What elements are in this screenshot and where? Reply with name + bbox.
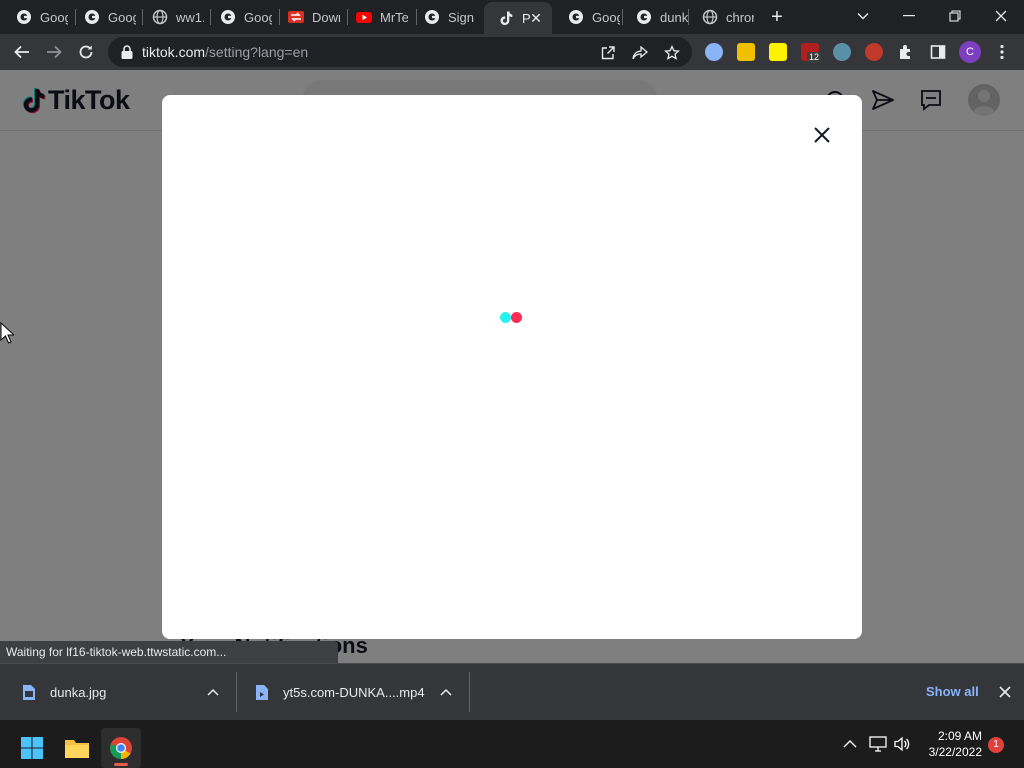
- download-divider: [236, 672, 237, 712]
- google-icon: [220, 9, 236, 25]
- status-bar: Waiting for lf16-tiktok-web.ttwstatic.co…: [0, 641, 338, 663]
- chrome-taskbar-icon[interactable]: [101, 728, 141, 768]
- windows-start-icon[interactable]: [12, 728, 52, 768]
- extensions-puzzle-icon[interactable]: [894, 40, 918, 64]
- browser-toolbar: tiktok.com/setting?lang=en 12 C: [0, 34, 1024, 70]
- notification-badge[interactable]: 1: [988, 737, 1004, 753]
- back-arrow-icon[interactable]: [10, 40, 34, 64]
- clock-date: 3/22/2022: [928, 745, 982, 759]
- tab-search-chevron-icon[interactable]: [840, 0, 886, 32]
- close-download-bar-icon[interactable]: [997, 684, 1013, 700]
- tiktok-page: TikTok Your Notifications: [0, 70, 1024, 663]
- youtube-icon: [356, 9, 372, 25]
- globe-icon: [152, 9, 168, 25]
- tab-title: dunk: [660, 9, 688, 25]
- download-divider: [469, 672, 470, 712]
- kebab-menu-icon[interactable]: [990, 40, 1014, 64]
- tab-2[interactable]: Goog: [70, 4, 140, 30]
- extension-badge: 12: [807, 52, 822, 63]
- tab-10[interactable]: dunk: [622, 4, 690, 30]
- tab-title: Goog: [592, 9, 620, 25]
- google-icon: [424, 9, 440, 25]
- modal-dialog: [162, 95, 862, 639]
- extension-mickey-icon[interactable]: [865, 43, 883, 61]
- url-text: tiktok.com/setting?lang=en: [142, 44, 308, 60]
- tab-title: Goog: [244, 9, 272, 25]
- system-clock[interactable]: 2:09 AM 3/22/2022: [916, 728, 982, 760]
- globe-icon: [702, 9, 718, 25]
- image-file-icon: [23, 684, 35, 700]
- share-icon[interactable]: [630, 43, 650, 63]
- tab-title: Goog: [40, 9, 68, 25]
- tab-title: ww1.: [176, 9, 204, 25]
- tab-9[interactable]: Goog: [554, 4, 624, 30]
- windows-taskbar: 2:09 AM 3/22/2022 1: [0, 720, 1024, 768]
- url-host: tiktok.com: [142, 44, 206, 60]
- loader-dot-pink: [511, 312, 522, 323]
- tab-title: Sign: [448, 9, 475, 25]
- screen: Goog Goog ww1. Goog Down MrTe: [0, 0, 1024, 768]
- extension-yellow-icon[interactable]: [737, 43, 755, 61]
- restore-icon[interactable]: [932, 0, 978, 32]
- file-explorer-icon[interactable]: [57, 728, 97, 768]
- tab-4[interactable]: Goog: [206, 4, 276, 30]
- extension-ublock-icon[interactable]: 12: [801, 43, 822, 63]
- loader-dot-cyan: [500, 312, 511, 323]
- tab-title: Goog: [108, 9, 136, 25]
- google-icon: [84, 9, 100, 25]
- bookmark-star-icon[interactable]: [662, 43, 682, 63]
- tab-title: chror: [726, 9, 754, 25]
- tab-5[interactable]: Down: [274, 4, 344, 30]
- download-item-1[interactable]: dunka.jpg: [22, 664, 106, 720]
- download-bar: dunka.jpg yt5s.com-DUNKA....mp4 Show all: [0, 663, 1024, 720]
- side-panel-icon[interactable]: [926, 40, 950, 64]
- network-icon[interactable]: [868, 734, 888, 754]
- url-path: /setting?lang=en: [205, 44, 309, 60]
- open-in-app-icon[interactable]: [598, 43, 618, 63]
- volume-icon[interactable]: [892, 734, 912, 754]
- download-filename: yt5s.com-DUNKA....mp4: [283, 684, 425, 700]
- close-icon[interactable]: [808, 121, 836, 149]
- google-icon: [16, 9, 32, 25]
- address-bar[interactable]: tiktok.com/setting?lang=en: [108, 37, 692, 67]
- download-item-2[interactable]: yt5s.com-DUNKA....mp4: [255, 664, 425, 720]
- clock-time: 2:09 AM: [937, 729, 982, 743]
- tab-7[interactable]: Sign: [410, 4, 482, 30]
- new-tab-button[interactable]: +: [766, 6, 788, 28]
- active-app-indicator: [114, 763, 128, 766]
- download-site-icon: [288, 9, 304, 25]
- tab-11[interactable]: chror: [688, 4, 758, 30]
- chevron-up-icon[interactable]: [439, 686, 453, 698]
- extension-vpn-icon[interactable]: [833, 43, 851, 61]
- tab-6[interactable]: MrTe: [342, 4, 414, 30]
- google-icon: [568, 9, 584, 25]
- forward-arrow-icon[interactable]: [42, 40, 66, 64]
- extension-lens-icon[interactable]: [705, 43, 723, 61]
- video-file-icon: [256, 684, 268, 700]
- loading-spinner: [500, 312, 524, 324]
- tab-1[interactable]: Goog: [2, 4, 72, 30]
- browser-tab-strip: Goog Goog ww1. Goog Down MrTe: [0, 0, 1024, 34]
- google-icon: [636, 9, 652, 25]
- download-filename: dunka.jpg: [50, 684, 107, 700]
- show-hidden-icons-chevron-icon[interactable]: [840, 734, 860, 754]
- tab-3[interactable]: ww1.: [138, 4, 208, 30]
- minimize-icon[interactable]: [886, 0, 932, 32]
- tab-title: Down: [312, 9, 340, 25]
- lock-icon: [121, 45, 133, 59]
- mouse-cursor-icon: [0, 322, 14, 344]
- tab-tiktok-active[interactable]: P ✕: [484, 2, 552, 34]
- extension-snapchat-icon[interactable]: [769, 43, 787, 61]
- profile-avatar[interactable]: C: [959, 41, 981, 63]
- close-tab-icon[interactable]: ✕: [528, 10, 544, 26]
- reload-icon[interactable]: [74, 40, 98, 64]
- chevron-up-icon[interactable]: [206, 686, 220, 698]
- show-all-downloads-link[interactable]: Show all: [926, 684, 979, 699]
- tab-title: MrTe: [380, 9, 408, 25]
- close-window-icon[interactable]: [978, 0, 1024, 32]
- tiktok-icon: [498, 10, 514, 26]
